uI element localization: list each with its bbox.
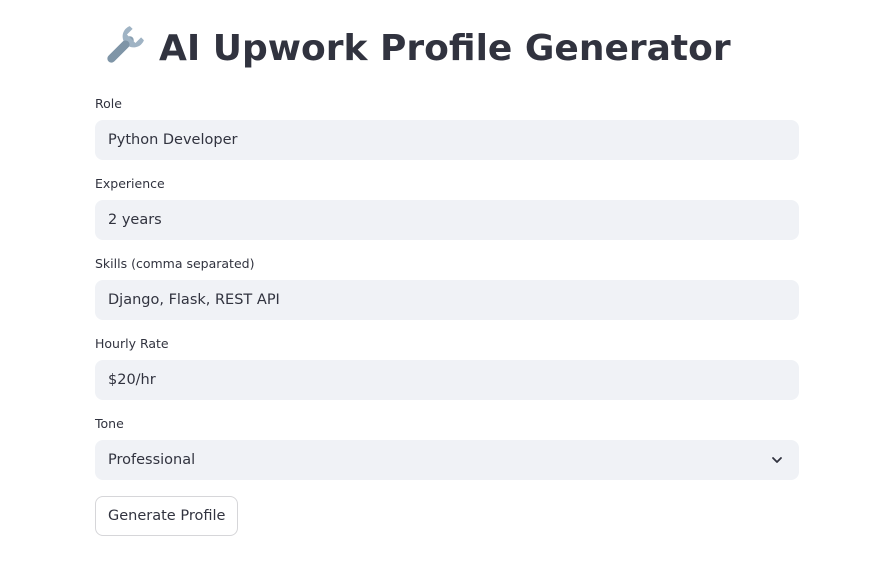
rate-field: Hourly Rate $20/hr: [95, 336, 799, 400]
tone-label: Tone: [95, 416, 124, 431]
rate-value: $20/hr: [108, 372, 156, 388]
role-field: Role Python Developer: [95, 96, 799, 160]
experience-label: Experience: [95, 176, 165, 191]
skills-value: Django, Flask, REST API: [108, 292, 280, 308]
tone-field: Tone Professional: [95, 416, 799, 480]
experience-input[interactable]: 2 years: [95, 200, 799, 240]
rate-input[interactable]: $20/hr: [95, 360, 799, 400]
tone-select[interactable]: Professional: [95, 440, 799, 480]
rate-label: Hourly Rate: [95, 336, 169, 351]
experience-value: 2 years: [108, 212, 162, 228]
role-input[interactable]: Python Developer: [95, 120, 799, 160]
experience-field: Experience 2 years: [95, 176, 799, 240]
generate-profile-button[interactable]: Generate Profile: [95, 496, 239, 536]
wrench-icon: [95, 21, 149, 75]
main-content: AI Upwork Profile Generator Role Python …: [95, 0, 799, 536]
skills-field: Skills (comma separated) Django, Flask, …: [95, 256, 799, 320]
role-value: Python Developer: [108, 132, 238, 148]
skills-input[interactable]: Django, Flask, REST API: [95, 280, 799, 320]
page-title: AI Upwork Profile Generator: [159, 27, 731, 69]
role-label: Role: [95, 96, 122, 111]
chevron-down-icon: [770, 453, 784, 467]
tone-value: Professional: [108, 452, 196, 468]
page-header: AI Upwork Profile Generator: [95, 0, 799, 96]
skills-label: Skills (comma separated): [95, 256, 255, 271]
